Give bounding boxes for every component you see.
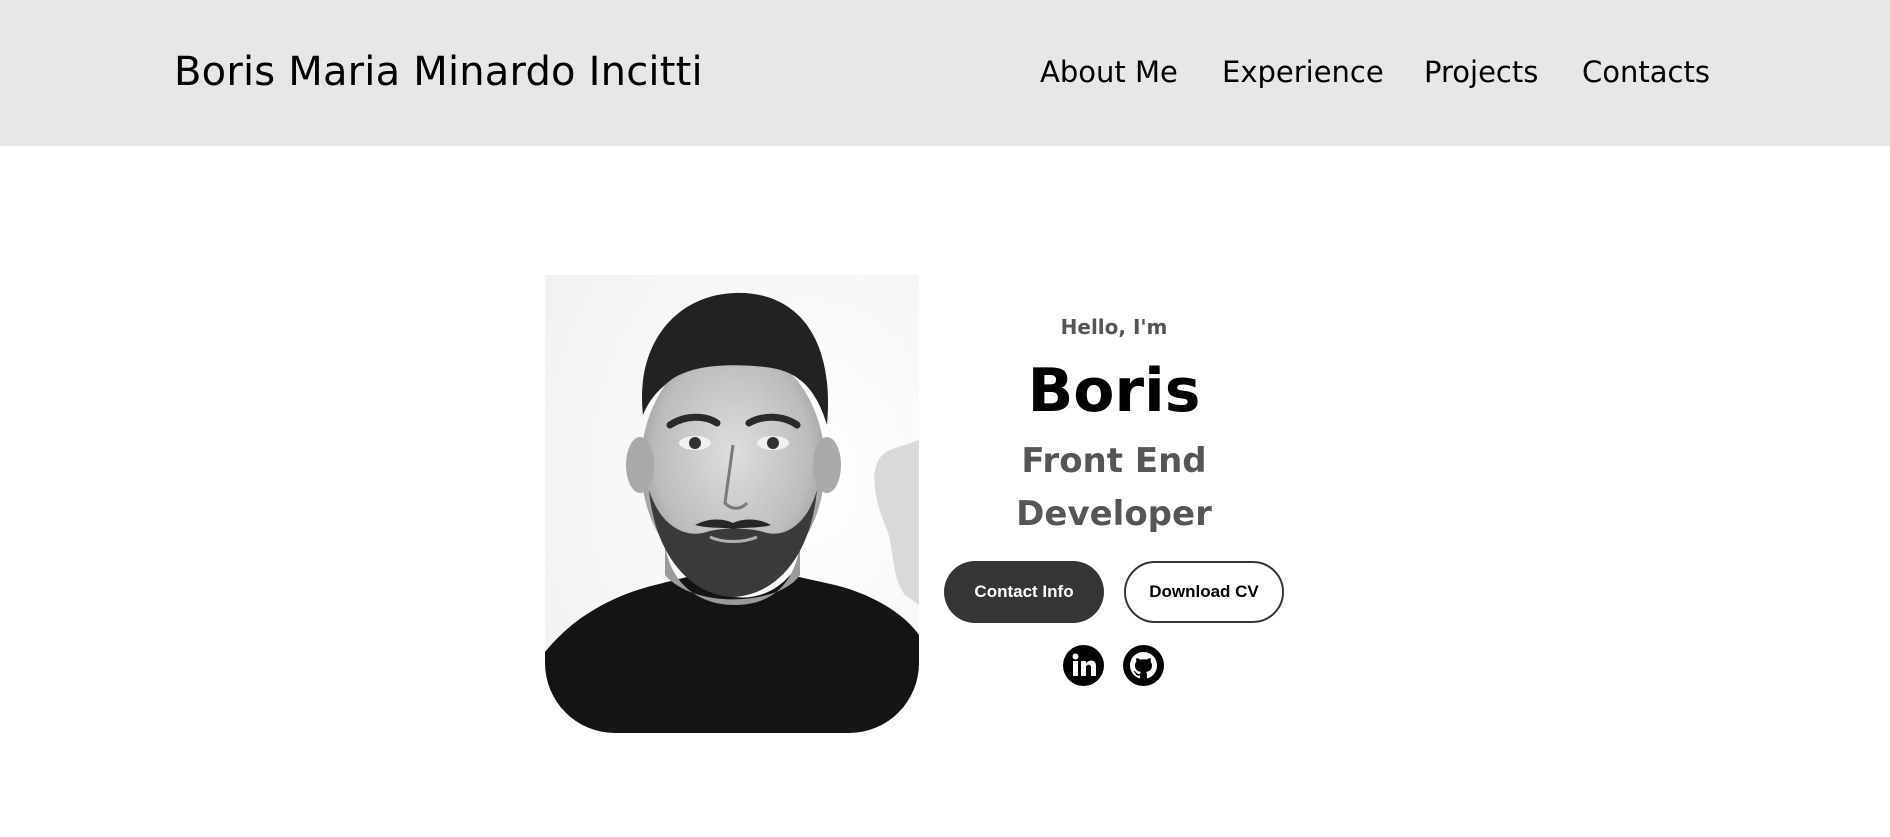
- hero-role: Front End Developer: [1016, 441, 1212, 534]
- site-header: Boris Maria Minardo Incitti About Me Exp…: [0, 0, 1890, 146]
- site-logo[interactable]: Boris Maria Minardo Incitti: [174, 46, 703, 98]
- nav-about-me[interactable]: About Me: [1040, 50, 1178, 94]
- download-cv-button[interactable]: Download CV: [1124, 561, 1284, 623]
- nav-contacts[interactable]: Contacts: [1582, 50, 1710, 94]
- greeting-text: Hello, I'm: [1060, 315, 1168, 339]
- linkedin-icon[interactable]: [1063, 645, 1104, 686]
- nav-projects[interactable]: Projects: [1424, 50, 1538, 94]
- github-icon[interactable]: [1123, 645, 1164, 686]
- hero-name: Boris: [1027, 356, 1201, 426]
- profile-photo: [545, 275, 919, 733]
- nav-experience[interactable]: Experience: [1222, 50, 1384, 94]
- contact-info-button[interactable]: Contact Info: [944, 561, 1104, 623]
